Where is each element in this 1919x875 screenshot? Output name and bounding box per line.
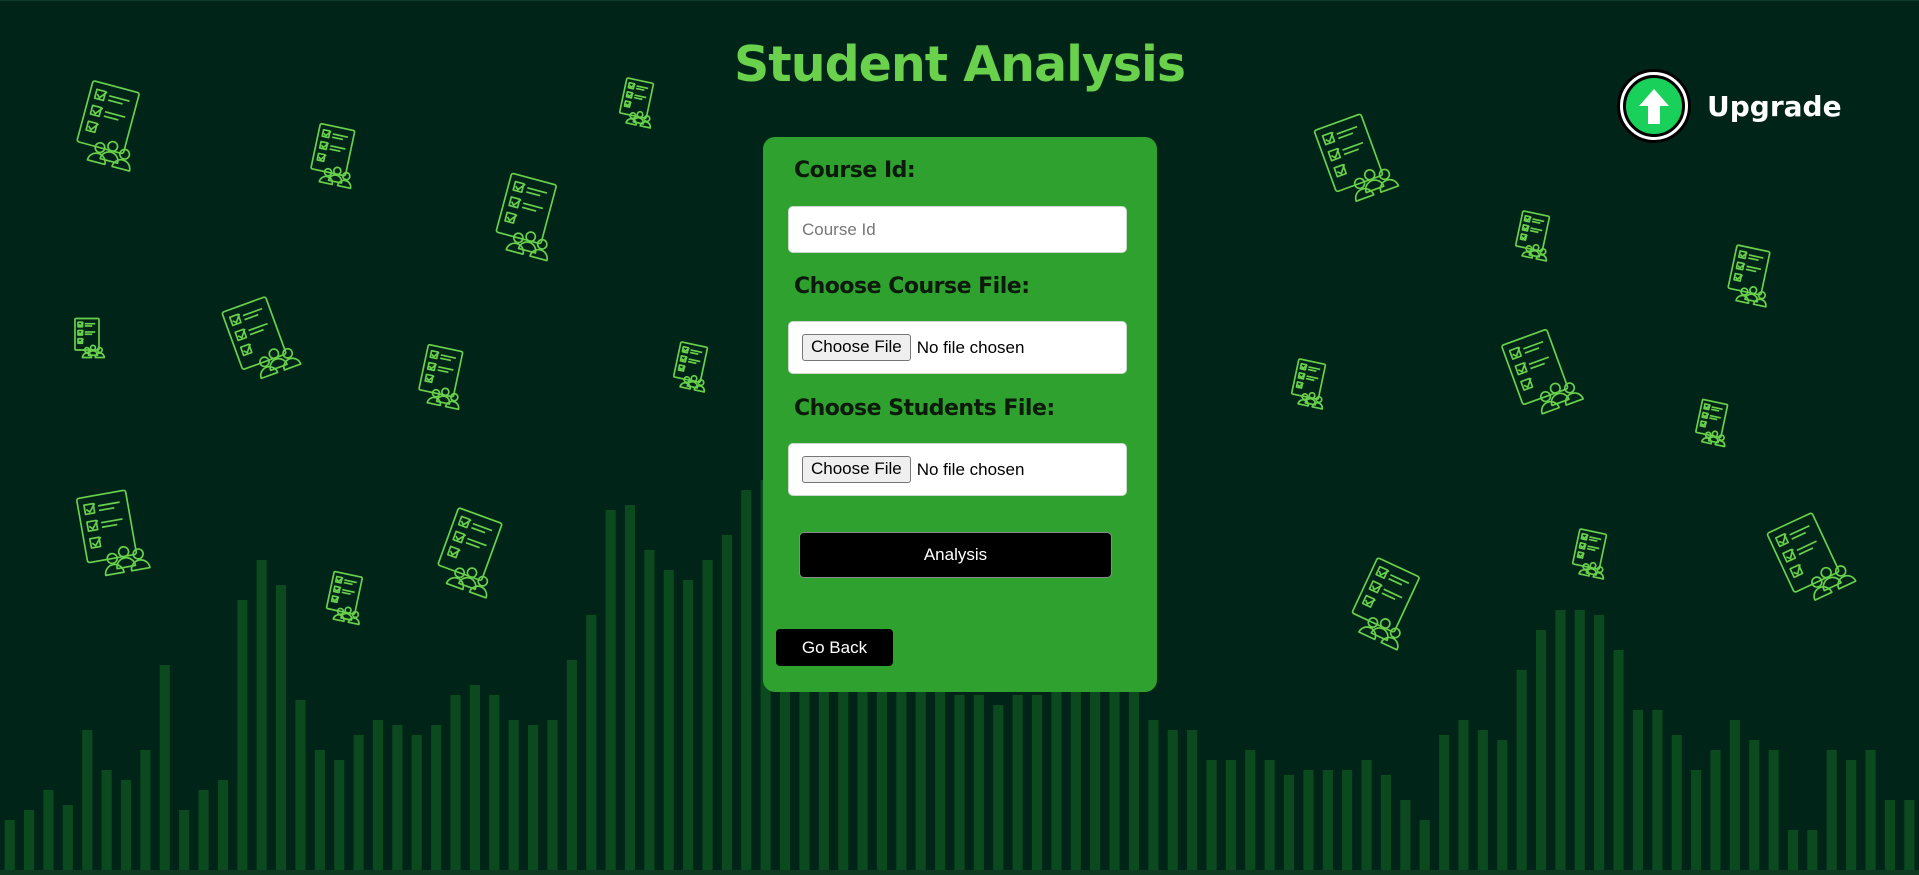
checklist-group-icon [1501,328,1584,415]
checklist-group-icon [418,343,464,411]
checklist-group-icon [1727,244,1771,308]
checklist-group-icon [672,341,709,393]
upgrade-badge [1617,69,1691,143]
checklist-group-icon [1571,528,1608,580]
course-id-input[interactable] [788,206,1127,253]
students-file-choose-button[interactable]: Choose File [802,456,911,483]
course-file-choose-button[interactable]: Choose File [802,334,911,361]
go-back-button[interactable]: Go Back [776,629,893,666]
course-file-label: Choose Course File: [794,274,1030,299]
students-file-picker: Choose File No file chosen [788,443,1127,496]
checklist-group-icon [221,296,302,380]
checklist-group-icon [437,507,503,599]
students-file-label: Choose Students File: [794,396,1055,421]
checklist-group-icon [1766,512,1857,601]
arrow-up-icon [1639,89,1669,124]
checklist-group-icon [325,570,364,626]
checklist-group-icon [1351,557,1420,651]
checklist-group-icon [76,489,151,577]
analysis-form-card: Course Id: Choose Course File: Choose Fi… [763,137,1157,692]
checklist-group-icon [310,122,356,190]
upgrade-button[interactable]: Upgrade [1617,66,1842,146]
upgrade-label: Upgrade [1707,89,1842,123]
checklist-group-icon [76,80,140,172]
students-file-status: No file chosen [916,459,1025,479]
checklist-group-icon [1313,113,1400,203]
checklist-group-icon [495,172,557,262]
course-file-status: No file chosen [916,337,1025,357]
checklist-group-icon [1695,398,1729,448]
analysis-button[interactable]: Analysis [799,532,1112,578]
checklist-group-icon [1290,358,1327,410]
checklist-group-icon [1514,210,1551,262]
course-id-label: Course Id: [794,158,916,183]
page-bottom-border [0,870,1919,875]
checklist-group-icon [74,317,106,359]
course-file-picker: Choose File No file chosen [788,321,1127,374]
